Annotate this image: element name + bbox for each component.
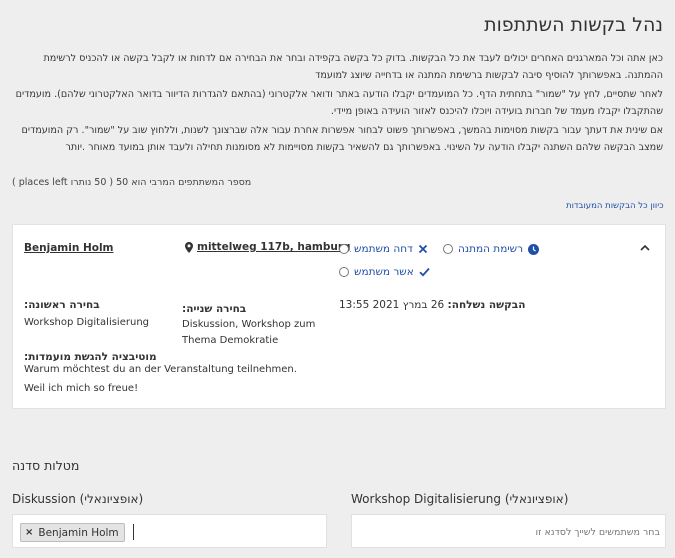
intro-text: כאן אתה וכל המארגנים האחרים יכולים לעבד … [8,50,663,158]
sort-processed-link[interactable]: כיוון כל הבקשות המעובדות [566,201,664,211]
status-waitlist-label: רשימת המתנה [458,243,524,255]
motivation-question: Warum möchtest du an der Veranstaltung t… [24,364,297,375]
close-icon [418,244,429,255]
remove-chip-icon[interactable]: × [25,527,33,538]
first-choice-label: בחירה ראשונה: [24,299,100,311]
status-accept-option[interactable]: אשר משתמש [339,266,430,278]
second-choice-label: בחירה שנייה: [182,303,247,315]
chevron-up-icon[interactable] [639,242,651,254]
workshop-select-placeholder: בחר משתמשים לשייך לסדנא זו [535,527,660,538]
status-waitlist-option[interactable]: רשימת המתנה [443,243,540,255]
address-link[interactable]: mittelweg 117b, hamburg [185,241,351,253]
first-choice-value: Workshop Digitalisierung [24,317,149,328]
submitted-label: הבקשה נשלחה: [447,299,526,311]
application-card: Benjamin Holm mittelweg 117b, hamburg רש… [12,224,666,409]
submitted-info: הבקשה נשלחה: 26 במרץ 2021 13:55 [339,299,525,311]
status-accept-label: אשר משתמש [354,266,414,278]
address-text: mittelweg 117b, hamburg [197,241,351,253]
chip-label: Benjamin Holm [38,526,119,539]
intro-paragraph-2: לאחר שתסיים, לחץ על "שמור" בתחתית הדף. כ… [15,89,663,117]
places-left-text: מספר המשתתפים המרבי הוא 50 ( 50 נותרו pl… [12,177,252,188]
applicant-name-link[interactable]: Benjamin Holm [24,242,114,254]
text-cursor [133,524,134,540]
status-reject-radio[interactable] [339,244,349,254]
submitted-value: 26 במרץ 2021 13:55 [339,299,445,311]
user-chip: × Benjamin Holm [20,523,125,542]
intro-paragraph-3: אם שינית את דעתך עבור בקשות מסוימות בהמש… [21,125,663,153]
status-reject-label: דחה משתמש [354,243,413,255]
checkmark-icon [419,267,430,278]
status-accept-radio[interactable] [339,267,349,277]
workshop-digitalisierung-label: Workshop Digitalisierung (אופציונאלי) [351,492,569,506]
status-reject-option[interactable]: דחה משתמש [339,243,429,255]
workshop-digitalisierung-select[interactable]: בחר משתמשים לשייך לסדנא זו [351,514,666,548]
intro-paragraph-1: כאן אתה וכל המארגנים האחרים יכולים לעבד … [43,53,663,81]
second-choice-value: Diskussion, Workshop zum Thema Demokrati… [182,319,316,346]
diskussion-label: Diskussion (אופציונאלי) [12,492,144,506]
clock-icon [528,243,540,255]
map-pin-icon [185,241,193,253]
motivation-answer: Weil ich mich so freue! [24,383,139,394]
status-waitlist-radio[interactable] [443,244,453,254]
page-title: נהל בקשות השתתפות [484,14,663,36]
workshop-assignments-title: מטלות סדנה [12,458,80,473]
diskussion-select[interactable]: × Benjamin Holm [12,514,327,548]
